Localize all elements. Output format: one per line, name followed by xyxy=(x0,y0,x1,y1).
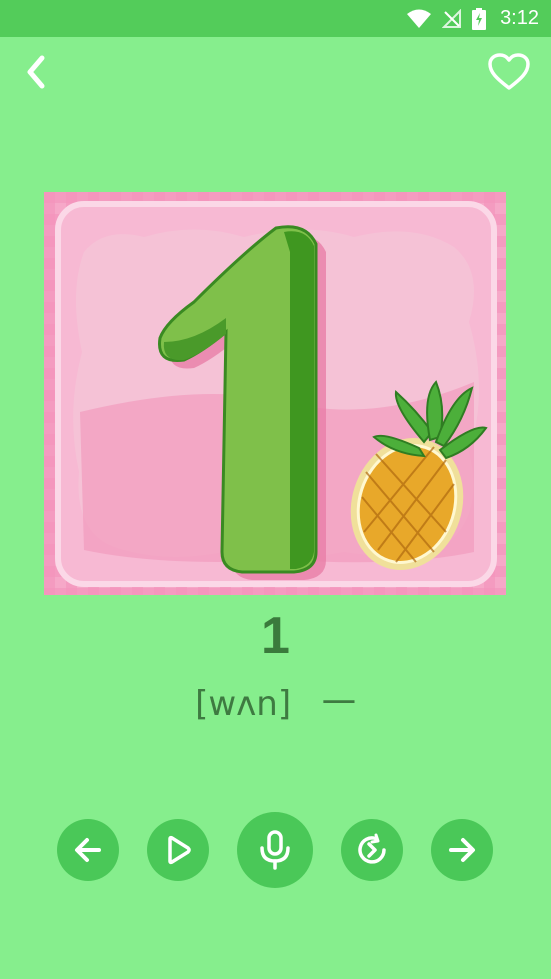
battery-charging-icon xyxy=(472,7,487,30)
favorite-button[interactable] xyxy=(487,50,531,94)
signal-off-icon xyxy=(442,8,462,28)
record-button[interactable] xyxy=(237,812,313,888)
chevron-left-icon xyxy=(27,55,45,89)
status-time: 3:12 xyxy=(500,7,539,29)
back-button[interactable] xyxy=(14,50,58,94)
status-bar: 3:12 xyxy=(0,0,551,37)
pronunciation-row: [wʌn] 一 xyxy=(0,676,551,725)
meaning-text: 一 xyxy=(321,684,356,724)
arrow-right-icon xyxy=(449,838,475,862)
replay-button[interactable] xyxy=(341,819,403,881)
flash-card-image xyxy=(44,192,506,595)
previous-button[interactable] xyxy=(57,819,119,881)
play-button[interactable] xyxy=(147,819,209,881)
wifi-icon xyxy=(407,9,432,28)
microphone-icon xyxy=(260,830,290,870)
heart-outline-icon xyxy=(488,53,530,90)
playback-controls xyxy=(0,812,551,888)
next-button[interactable] xyxy=(431,819,493,881)
arrow-left-icon xyxy=(75,838,101,862)
status-icons: 3:12 xyxy=(406,0,539,37)
phonetic-text: [wʌn] xyxy=(195,684,292,724)
play-icon xyxy=(168,835,191,865)
replay-icon xyxy=(358,833,386,864)
number-label: 1 xyxy=(261,607,290,665)
